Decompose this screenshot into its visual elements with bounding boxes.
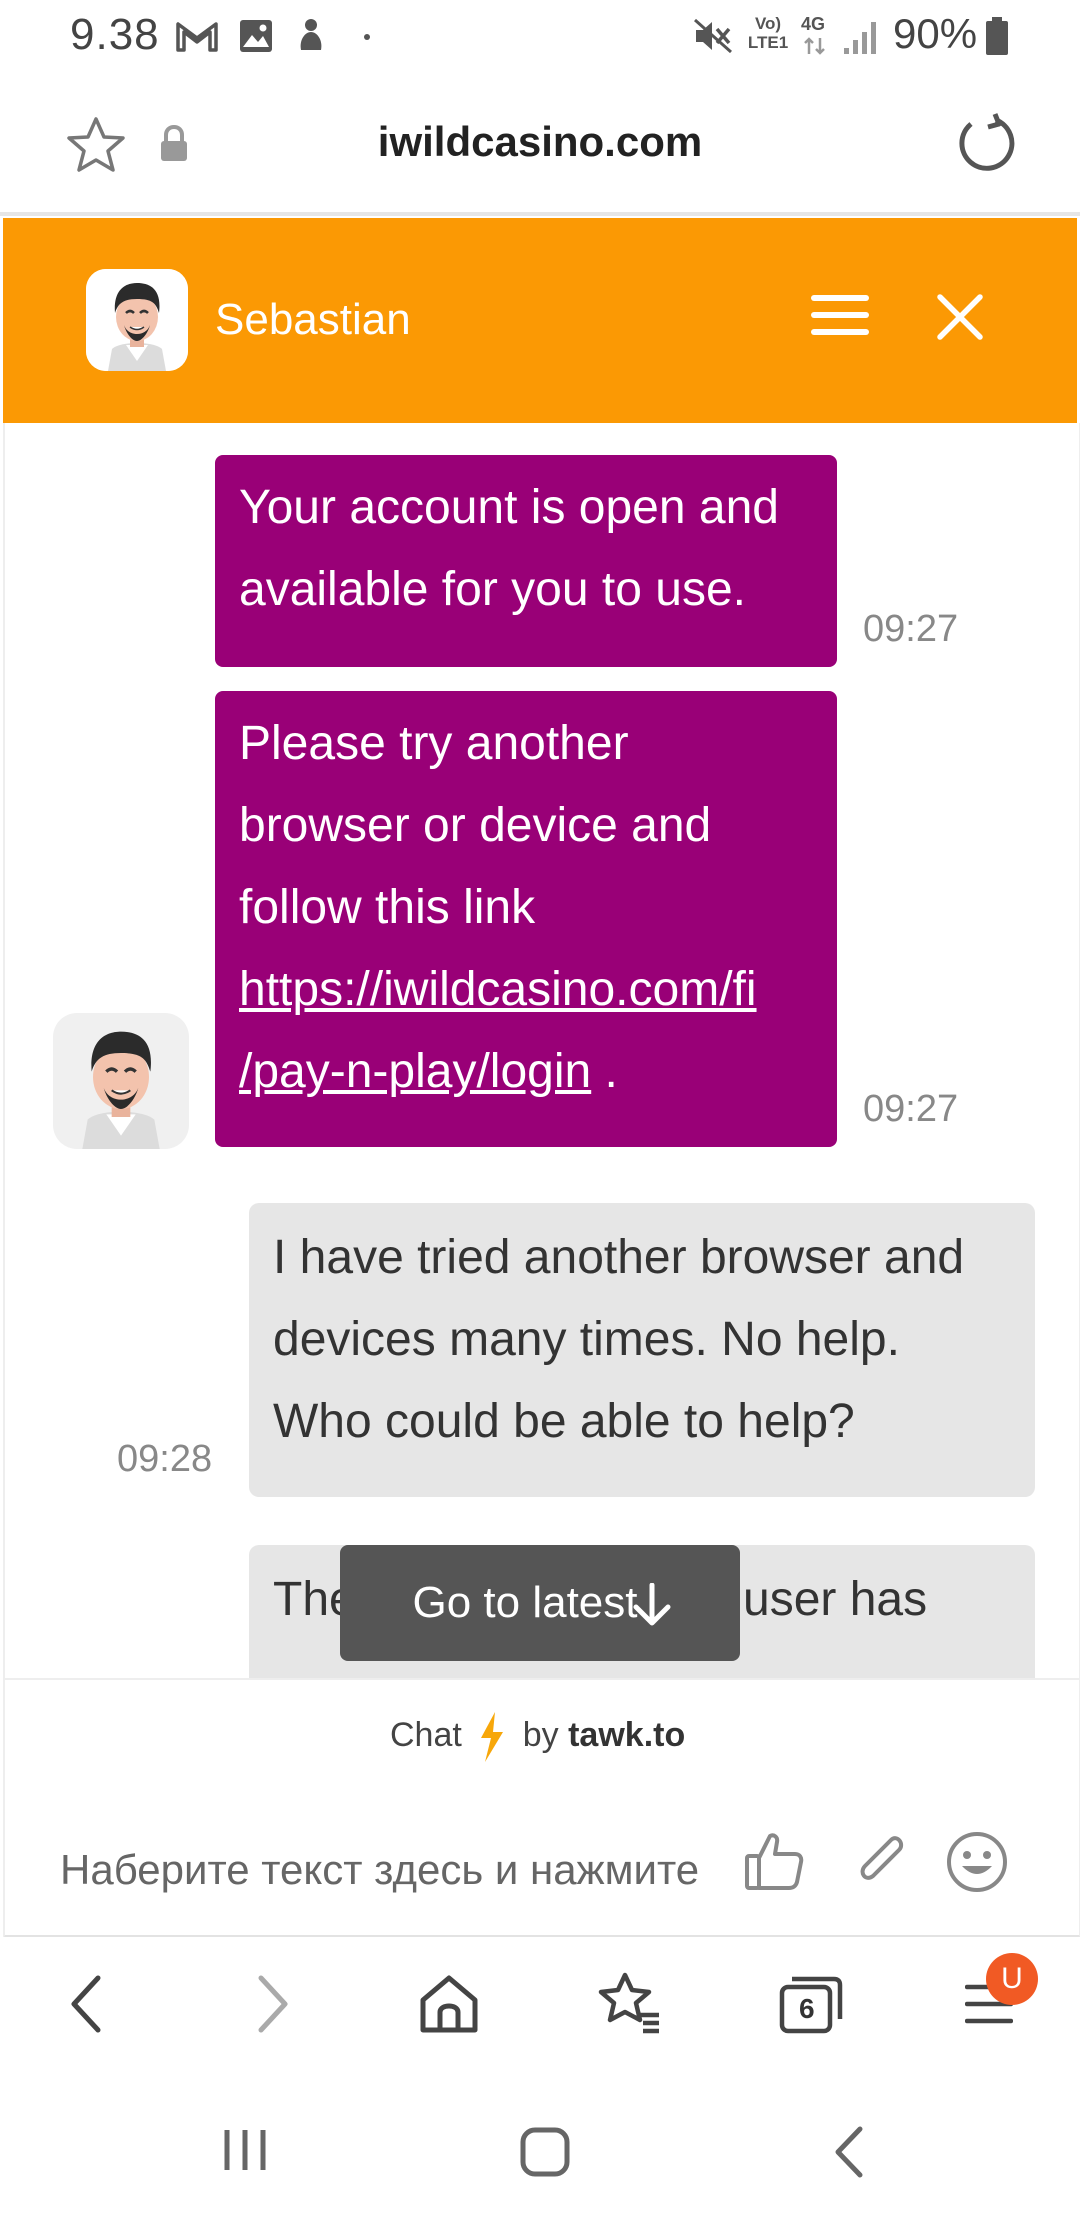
bookmarks-icon[interactable] — [597, 1971, 663, 2035]
tab-count: 6 — [799, 1993, 815, 2024]
home-icon[interactable] — [418, 1974, 480, 2034]
message-partial-end: user has — [743, 1573, 928, 1626]
address-bar: iwildcasino.com — [0, 72, 1080, 216]
mute-icon — [694, 18, 732, 54]
data-arrows-icon — [804, 37, 825, 55]
agent-face-icon — [82, 1031, 160, 1149]
notification-icon — [300, 19, 322, 50]
chat-footer: Chat by tawk.to — [3, 1678, 1080, 1939]
agent-message: Please try another browser or device and… — [215, 691, 837, 1147]
gmail-icon — [176, 22, 218, 52]
message-time: 09:27 — [863, 608, 959, 650]
powered-by-prefix: Chat — [390, 1715, 462, 1754]
agent-face-icon — [86, 269, 188, 371]
message-line: available for you to use. — [239, 563, 746, 616]
back-icon[interactable] — [66, 1974, 106, 2034]
home-button-icon[interactable] — [520, 2127, 570, 2177]
agent-avatar — [86, 269, 188, 371]
go-to-latest-label: Go to latest — [412, 1578, 638, 1627]
chat-header: Sebastian — [3, 218, 1077, 423]
message-time: 09:28 — [117, 1438, 213, 1480]
menu-badge: U — [986, 1953, 1038, 2005]
arrow-down-icon — [633, 1583, 671, 1626]
status-dot — [364, 34, 370, 40]
forward-icon[interactable] — [253, 1974, 293, 2034]
battery-percent: 90% — [893, 10, 978, 57]
message-input[interactable] — [60, 1835, 730, 1905]
agent-avatar-message — [53, 1013, 189, 1149]
login-link[interactable]: https://iwildcasino.com/fi — [239, 963, 757, 1016]
emoji-icon[interactable] — [945, 1830, 1009, 1894]
system-nav-bar — [0, 2077, 1080, 2220]
message-time: 09:27 — [863, 1088, 959, 1130]
agent-message: Your account is open and available for y… — [215, 455, 837, 667]
system-back-icon[interactable] — [832, 2125, 866, 2179]
message-line: devices many times. No help. — [273, 1313, 900, 1366]
reload-icon[interactable] — [955, 112, 1017, 174]
lightning-icon — [481, 1712, 504, 1762]
signal-icon — [844, 22, 876, 54]
status-time: 9.38 — [70, 10, 160, 59]
browser-toolbar: 6 — [0, 1937, 1080, 2077]
powered-by-brand: tawk.to — [568, 1715, 686, 1754]
attach-icon[interactable] — [849, 1830, 911, 1892]
recents-icon[interactable] — [222, 2128, 268, 2172]
user-message: I have tried another browser and devices… — [249, 1203, 1035, 1497]
powered-by[interactable]: Chat by tawk.to — [390, 1710, 685, 1764]
close-icon[interactable] — [937, 294, 983, 340]
chat-messages[interactable]: Your account is open and available for y… — [3, 423, 1080, 1678]
powered-by-middle: by — [522, 1715, 559, 1754]
message-line: browser or device and — [239, 799, 712, 852]
message-line: I have tried another browser and — [273, 1231, 965, 1284]
url-text[interactable]: iwildcasino.com — [0, 118, 1080, 166]
gallery-icon — [240, 20, 272, 52]
message-line: Please try another — [239, 717, 629, 770]
menu-icon[interactable] — [811, 293, 869, 337]
agent-name: Sebastian — [215, 295, 411, 344]
4g-indicator: 4G — [801, 14, 826, 34]
message-line: follow this link — [239, 881, 536, 934]
status-bar: 9.38 Vo) LTE1 4G 90% — [0, 0, 1080, 72]
login-link-continued[interactable]: /pay-n-play/login — [239, 1045, 591, 1098]
message-line: Who could be able to help? — [273, 1395, 855, 1448]
lte-indicator: Vo) LTE1 — [747, 14, 789, 52]
thumbs-up-icon[interactable] — [743, 1830, 805, 1892]
go-to-latest-button[interactable]: Go to latest — [340, 1545, 740, 1661]
message-line: Your account is open and — [239, 481, 779, 534]
battery-icon — [986, 17, 1008, 55]
link-suffix: . — [591, 1045, 618, 1098]
